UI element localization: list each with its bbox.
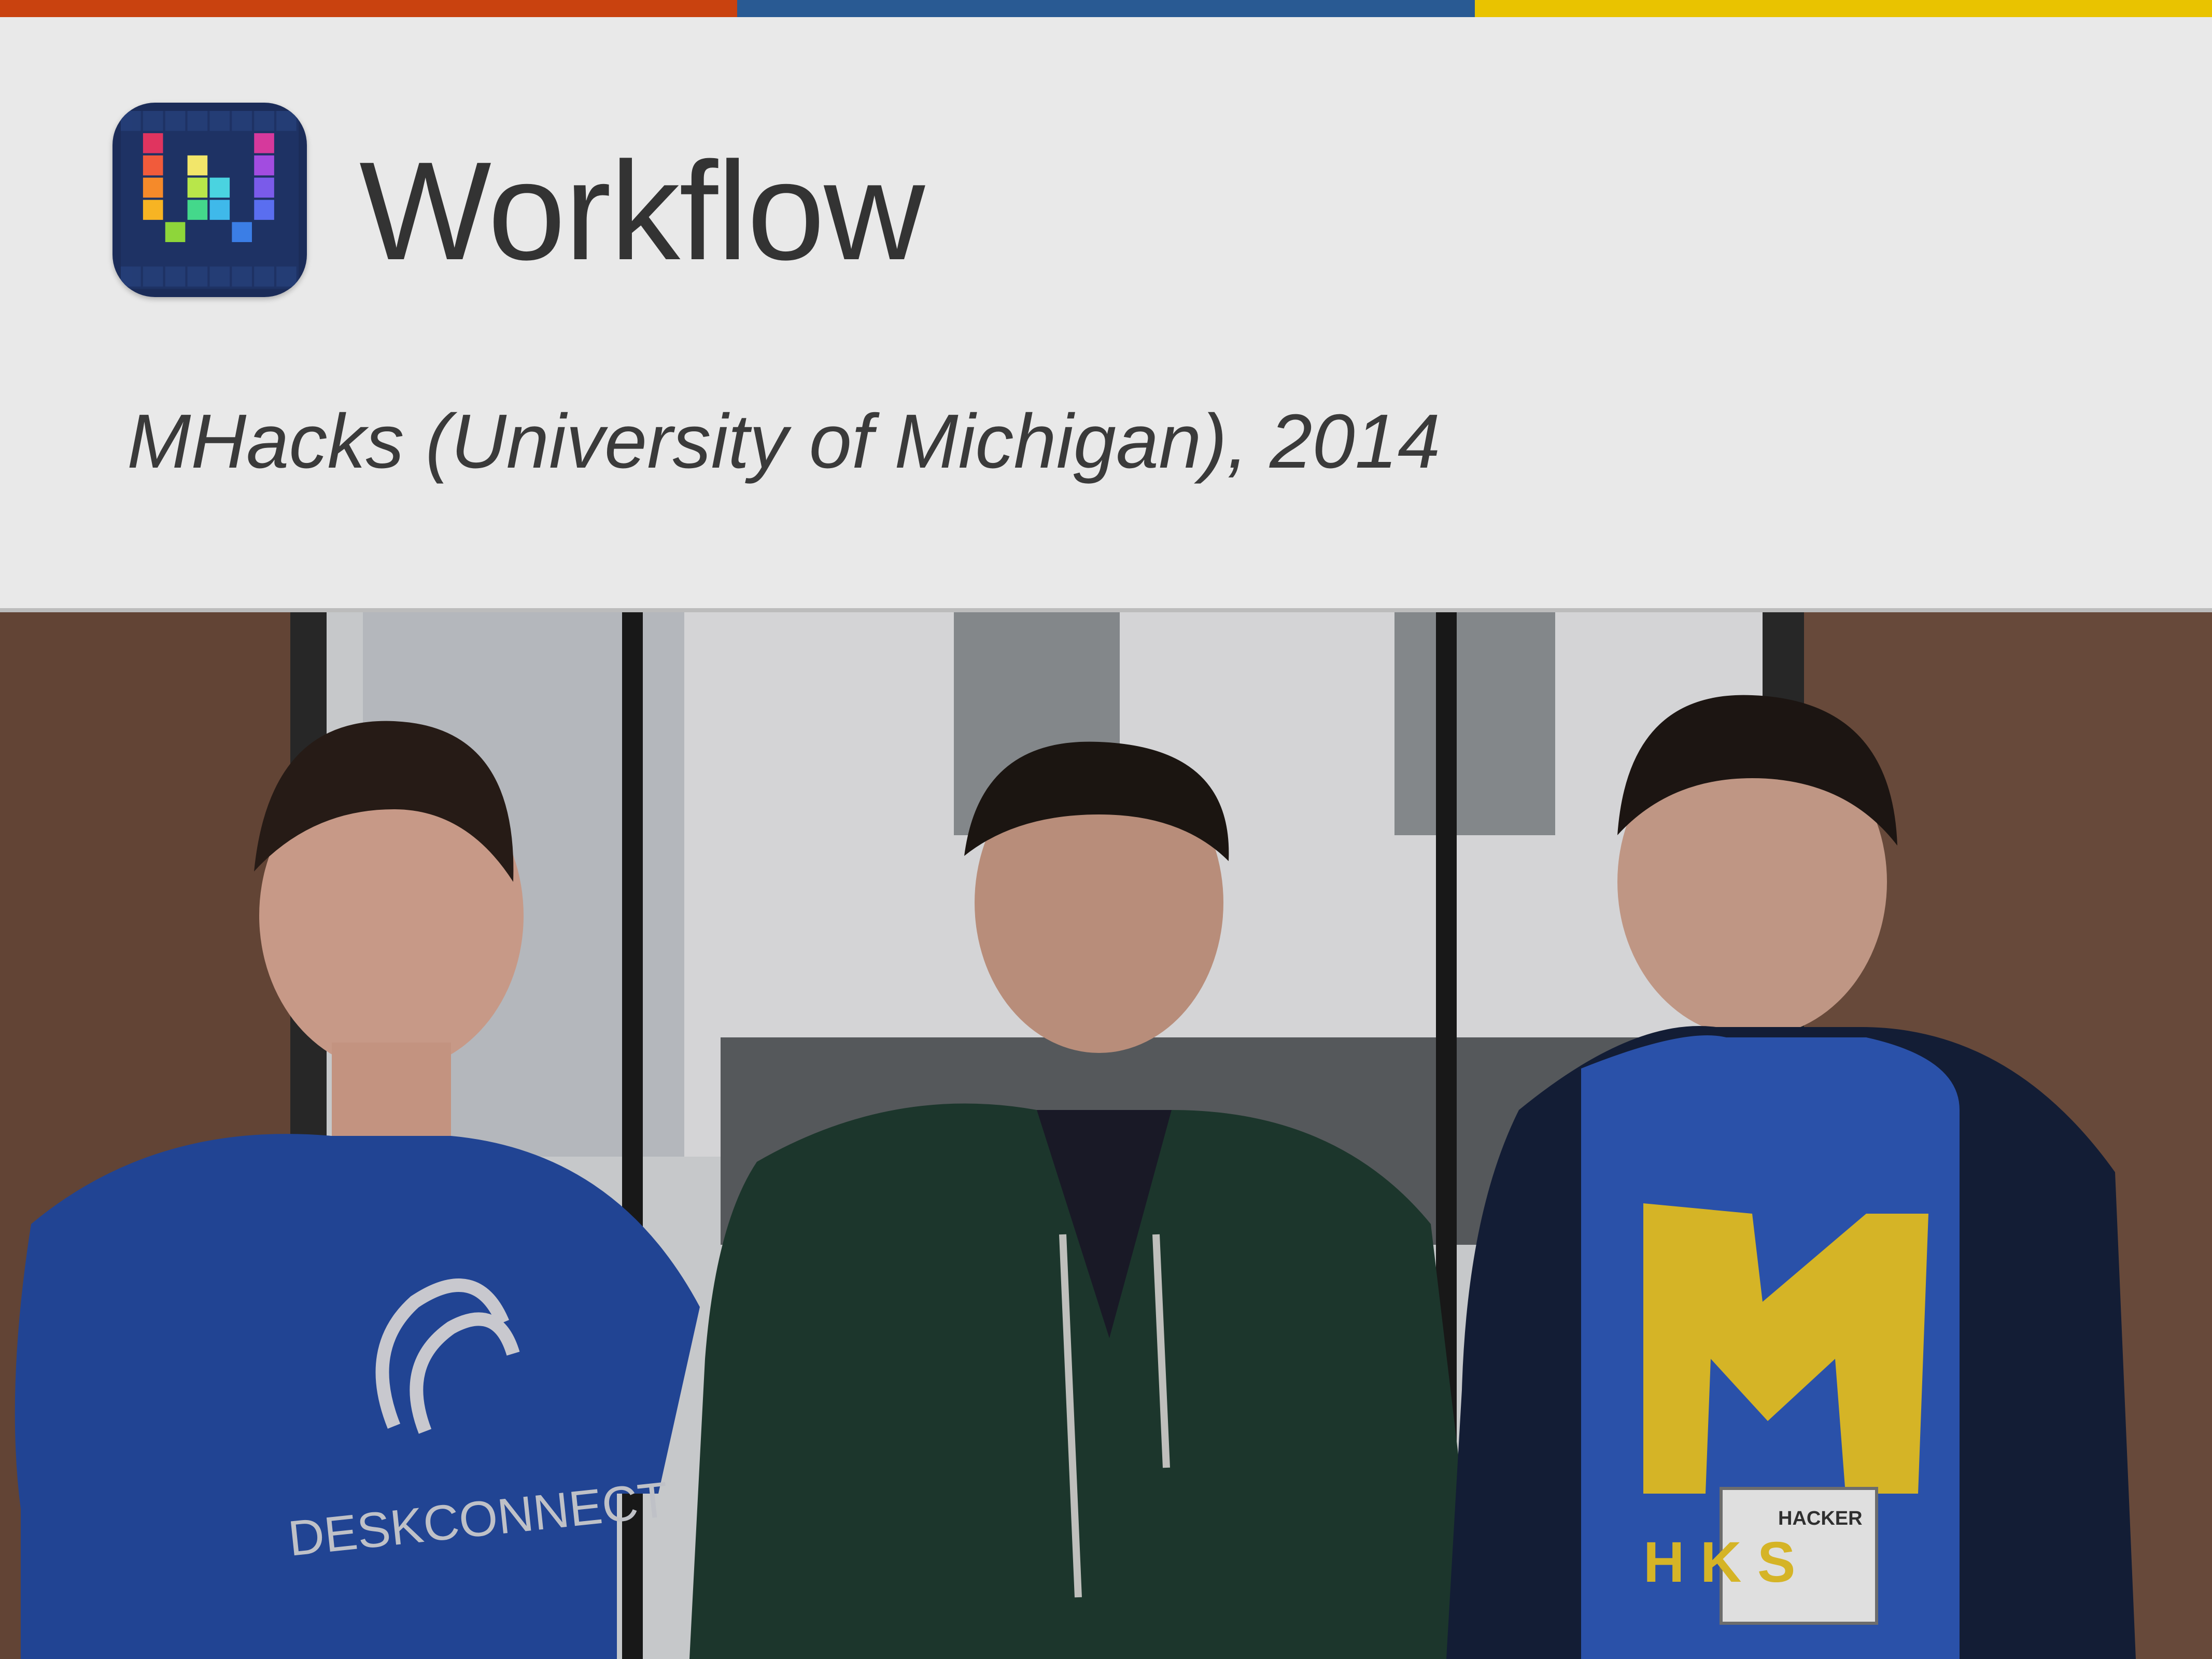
icon-grid [121,111,299,289]
slide-title: Workflow [359,133,925,289]
team-photo: DESKCONNECT HACKER H K S [0,608,2212,1659]
accent-stripe-yellow [1474,0,2212,17]
slide-header: Workflow MHacks (University of Michigan)… [0,17,2212,608]
workflow-app-icon [112,103,307,297]
team-photo-illustration: DESKCONNECT HACKER H K S [0,612,2212,1659]
accent-stripe [0,0,2212,17]
accent-stripe-blue [737,0,1475,17]
photo-shade [0,612,2212,1659]
slide-subtitle: MHacks (University of Michigan), 2014 [127,399,1441,484]
accent-stripe-red [0,0,738,17]
